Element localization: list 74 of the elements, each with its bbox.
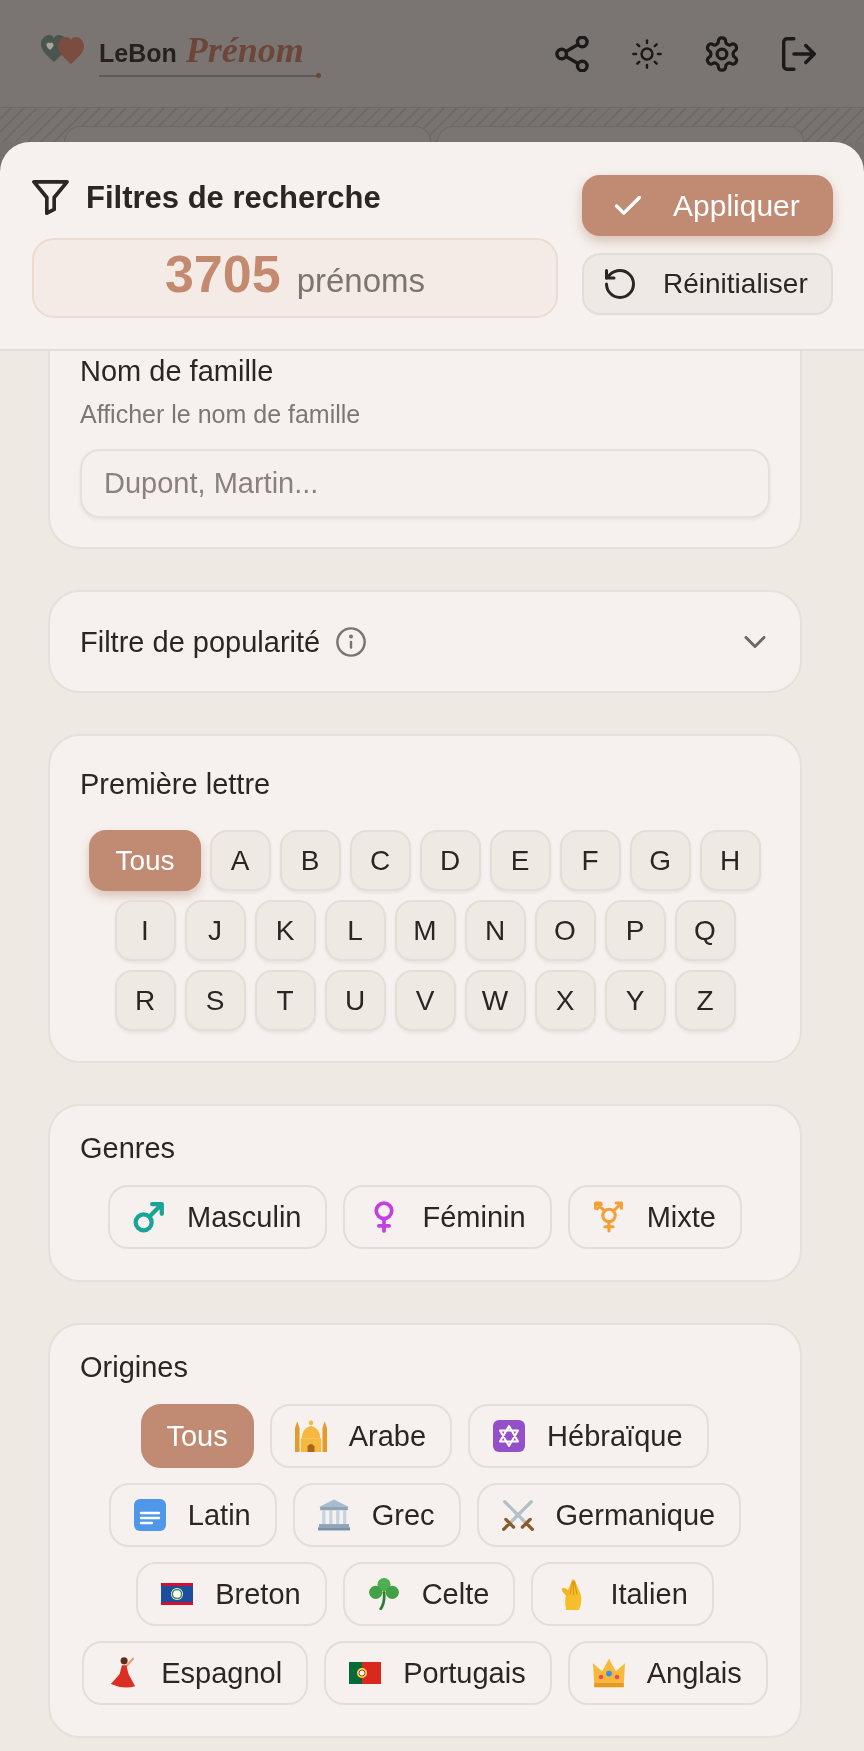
letter-filter-button[interactable]: H bbox=[699, 830, 761, 891]
origin-filter-button[interactable]: Germanique bbox=[476, 1483, 742, 1547]
field-hint: Afficher le nom de famille bbox=[80, 399, 362, 429]
crown-icon bbox=[592, 1657, 625, 1689]
letter-filter-button[interactable]: S bbox=[184, 970, 246, 1031]
origin-filter-button[interactable]: Latin bbox=[108, 1483, 277, 1547]
letter-filter-button[interactable]: D bbox=[419, 830, 481, 891]
letter-filter-button[interactable]: A bbox=[209, 830, 271, 891]
letter-filter-button[interactable]: G bbox=[629, 830, 691, 891]
letter-filter-button[interactable]: W bbox=[464, 970, 526, 1031]
settings-icon[interactable] bbox=[705, 35, 739, 72]
sun-icon[interactable] bbox=[632, 38, 662, 69]
section-title: Origines bbox=[80, 1350, 189, 1385]
sheet-title: Filtres de recherche bbox=[86, 179, 381, 216]
letter-filter-button[interactable]: V bbox=[394, 970, 456, 1031]
letter-filter-button[interactable]: L bbox=[324, 900, 386, 961]
origin-filter-button[interactable]: Portugais bbox=[324, 1641, 552, 1705]
shamrock-icon bbox=[367, 1578, 400, 1610]
flag-icon bbox=[349, 1662, 382, 1684]
count-label: prénoms bbox=[296, 264, 426, 297]
hearts-logo-icon bbox=[40, 33, 85, 64]
surname-input[interactable]: Dupont, Martin... bbox=[80, 449, 770, 518]
star-of-david-icon bbox=[493, 1420, 526, 1452]
crossed-swords-icon bbox=[501, 1499, 534, 1531]
check-icon bbox=[615, 195, 641, 216]
logout-icon[interactable] bbox=[782, 35, 816, 72]
letter-filter-button[interactable]: B bbox=[279, 830, 341, 891]
origin-filter-button[interactable]: Italien bbox=[531, 1562, 714, 1626]
letter-filter-button[interactable]: F bbox=[559, 830, 621, 891]
letter-filter-button[interactable]: O bbox=[534, 900, 596, 961]
gender-filter-button[interactable]: Féminin bbox=[343, 1185, 552, 1249]
letter-filter-button[interactable]: T bbox=[254, 970, 316, 1031]
filter-icon bbox=[32, 180, 69, 215]
transgender-sign-icon bbox=[592, 1201, 625, 1233]
letter-filter-button[interactable]: U bbox=[324, 970, 386, 1031]
mosque-icon bbox=[294, 1420, 327, 1452]
origin-filter-button[interactable]: Grec bbox=[292, 1483, 461, 1547]
letter-filter-button[interactable]: N bbox=[464, 900, 526, 961]
logo-text: LeBon bbox=[99, 39, 177, 68]
letter-filter-button[interactable]: X bbox=[534, 970, 596, 1031]
info-icon[interactable] bbox=[336, 626, 367, 657]
section-title: Première lettre bbox=[80, 767, 272, 802]
letter-filter-button[interactable]: Z bbox=[674, 970, 736, 1031]
letter-filter-button[interactable]: R bbox=[114, 970, 176, 1031]
gender-filter-button[interactable]: Masculin bbox=[108, 1185, 328, 1249]
section-title: Filtre de popularité bbox=[80, 624, 321, 660]
share-icon[interactable] bbox=[555, 35, 589, 72]
origin-filter-button[interactable]: Breton bbox=[136, 1562, 327, 1626]
letter-filter-button[interactable]: P bbox=[604, 900, 666, 961]
origin-filter-button[interactable]: Espagnol bbox=[82, 1641, 309, 1705]
origin-filter-button[interactable]: Hébraïque bbox=[468, 1404, 709, 1468]
letter-filter-button[interactable]: E bbox=[489, 830, 551, 891]
letter-filter-button[interactable]: Q bbox=[674, 900, 736, 961]
letter-filter-button[interactable]: J bbox=[184, 900, 246, 961]
circular-arrow-icon bbox=[605, 269, 635, 299]
gender-filter-button[interactable]: Mixte bbox=[567, 1185, 742, 1249]
letter-filter-button[interactable]: M bbox=[394, 900, 456, 961]
section-title: Genres bbox=[80, 1131, 177, 1166]
origin-filter-button[interactable]: Arabe bbox=[269, 1404, 453, 1468]
count-number: 3705 bbox=[164, 248, 281, 300]
text-tile-icon bbox=[133, 1499, 166, 1531]
origin-filter-button[interactable]: Anglais bbox=[567, 1641, 768, 1705]
popularity-card[interactable]: Filtre de popularité bbox=[48, 590, 802, 693]
origin-filter-button[interactable]: Celte bbox=[342, 1562, 516, 1626]
section-title: Nom de famille bbox=[80, 354, 275, 389]
flag-icon bbox=[161, 1583, 194, 1605]
columned-building-icon bbox=[317, 1499, 350, 1531]
logo-accent-text: Prénom bbox=[185, 29, 304, 71]
letter-filter-button[interactable]: I bbox=[114, 900, 176, 961]
letter-filter-button[interactable]: Y bbox=[604, 970, 666, 1031]
male-sign-icon bbox=[133, 1201, 166, 1233]
letter-filter-button[interactable]: K bbox=[254, 900, 316, 961]
letter-filter-button[interactable]: C bbox=[349, 830, 411, 891]
reset-button[interactable]: Réinitialiser bbox=[582, 253, 833, 315]
